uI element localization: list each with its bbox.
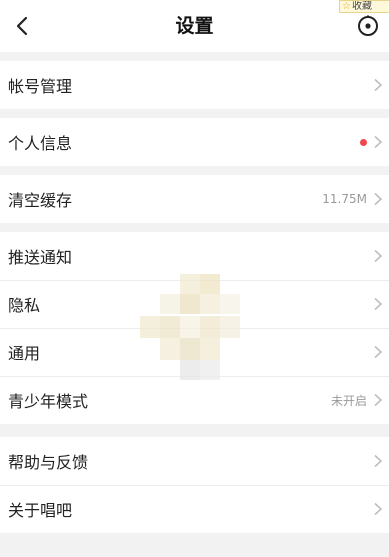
red-dot-badge <box>360 138 367 146</box>
settings-group-help: 帮助与反馈 关于唱吧 <box>0 437 389 533</box>
top-bar: 设置 ☆收藏 <box>0 0 389 52</box>
target-circle-icon <box>358 15 378 36</box>
row-about[interactable]: 关于唱吧 <box>0 485 389 533</box>
row-account-management[interactable]: 帐号管理 <box>0 61 389 109</box>
settings-group-account: 帐号管理 <box>0 61 389 109</box>
row-label: 关于唱吧 <box>8 501 73 520</box>
chevron-right-icon <box>374 192 383 206</box>
chevron-right-icon <box>374 249 383 263</box>
favorite-label: 收藏 <box>351 1 372 12</box>
row-label: 清空缓存 <box>8 191 73 210</box>
row-label: 个人信息 <box>8 134 73 153</box>
row-label: 帐号管理 <box>8 77 73 96</box>
favorite-badge[interactable]: ☆收藏 <box>339 0 389 13</box>
settings-group-cache: 清空缓存 11.75M <box>0 175 389 223</box>
chevron-right-icon <box>374 78 383 92</box>
chevron-right-icon <box>374 502 383 516</box>
settings-group-general: 推送通知 隐私 通用 青少年模式 未开启 <box>0 232 389 424</box>
scan-button[interactable] <box>356 14 380 38</box>
chevron-right-icon <box>374 297 383 311</box>
row-general[interactable]: 通用 <box>0 328 389 376</box>
teen-mode-status: 未开启 <box>330 393 367 408</box>
chevron-left-icon <box>16 16 28 36</box>
back-button[interactable] <box>10 12 34 40</box>
chevron-right-icon <box>374 393 383 407</box>
chevron-right-icon <box>374 454 383 468</box>
row-clear-cache[interactable]: 清空缓存 11.75M <box>0 175 389 223</box>
chevron-right-icon <box>374 345 383 359</box>
page-title: 设置 <box>175 15 214 37</box>
row-teen-mode[interactable]: 青少年模式 未开启 <box>0 376 389 424</box>
row-label: 帮助与反馈 <box>8 453 89 472</box>
star-icon: ☆ <box>342 1 351 12</box>
row-push-notifications[interactable]: 推送通知 <box>0 232 389 280</box>
row-privacy[interactable]: 隐私 <box>0 280 389 328</box>
row-label: 青少年模式 <box>8 392 89 411</box>
cache-size-value: 11.75M <box>322 192 367 206</box>
row-label: 隐私 <box>8 296 41 315</box>
row-personal-info[interactable]: 个人信息 <box>0 118 389 166</box>
chevron-right-icon <box>374 135 383 149</box>
row-label: 通用 <box>8 344 41 363</box>
settings-group-profile: 个人信息 <box>0 118 389 166</box>
row-label: 推送通知 <box>8 248 73 267</box>
row-help-feedback[interactable]: 帮助与反馈 <box>0 437 389 485</box>
